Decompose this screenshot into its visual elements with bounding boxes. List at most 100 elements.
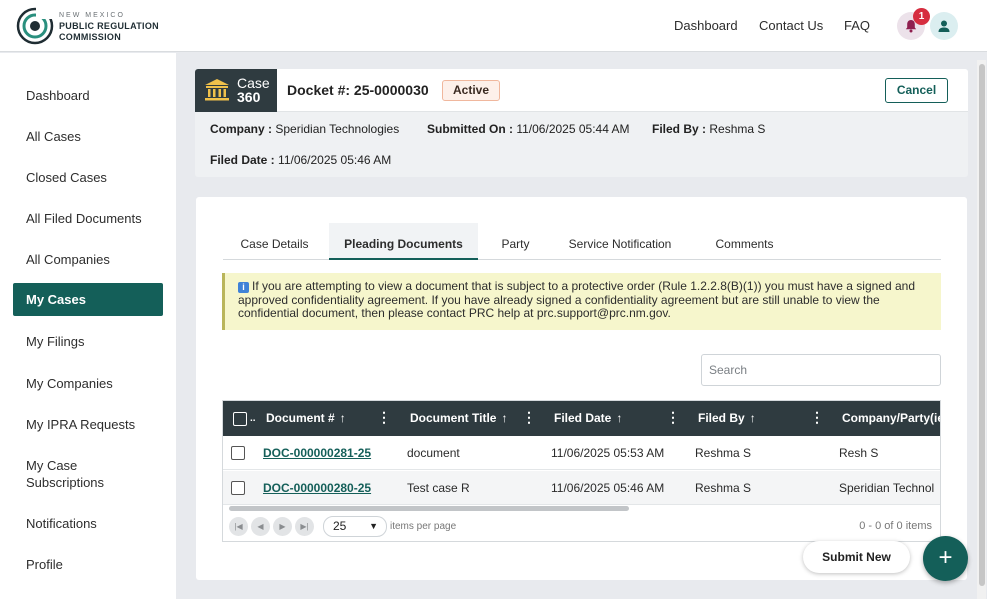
user-menu-button[interactable] (930, 12, 958, 40)
sidebar-item-profile[interactable]: Profile (13, 556, 163, 573)
logo-line-1: NEW MEXICO (59, 12, 125, 19)
tab-service-notification[interactable]: Service Notification (553, 223, 687, 260)
column-company-party[interactable]: Company/Party(ies (842, 401, 941, 436)
grid-header: .. Document # ↑ ⋮ Document Title ↑ ⋮ Filed… (223, 401, 941, 436)
select-all-menu[interactable]: .. (250, 401, 256, 436)
prc-logo-icon[interactable] (16, 7, 54, 45)
company-party-cell: Speridian Technol (839, 481, 935, 495)
logo-line-3: COMMISSION (59, 32, 122, 42)
logo-line-2: PUBLIC REGULATION (59, 21, 159, 31)
page-size-value: 25 (333, 519, 347, 533)
sidebar-item-my-case-subscriptions[interactable]: My Case Subscriptions (13, 457, 133, 491)
items-per-page-label: items per page (390, 521, 457, 532)
nav-dashboard[interactable]: Dashboard (674, 18, 738, 33)
cancel-button[interactable]: Cancel (885, 78, 948, 103)
next-page-icon[interactable]: ▶ (273, 517, 292, 536)
filed-by-cell: Reshma S (695, 481, 752, 495)
column-filed-date[interactable]: Filed Date ↑ (554, 401, 622, 436)
sort-arrow-icon: ↑ (616, 411, 623, 425)
vertical-scrollbar-thumb[interactable] (979, 64, 985, 586)
document-link[interactable]: DOC-000000280-25 (263, 471, 371, 505)
column-menu-icon[interactable]: ⋮ (810, 401, 824, 436)
chevron-down-icon: ▼ (369, 521, 378, 531)
column-filed-by-label: Filed By (698, 411, 745, 425)
column-document-number-label: Document # (266, 411, 335, 425)
table-row[interactable]: DOC-000000280-25 Test case R 11/06/2025 … (223, 471, 940, 505)
sidebar-item-my-ipra-requests[interactable]: My IPRA Requests (13, 416, 163, 433)
row-checkbox[interactable] (231, 446, 245, 460)
search-input[interactable] (701, 354, 941, 386)
document-title-cell: document (407, 446, 460, 460)
company-party-cell: Resh S (839, 446, 879, 460)
tab-comments[interactable]: Comments (698, 223, 791, 260)
user-icon (938, 20, 950, 32)
sidebar-item-notifications[interactable]: Notifications (13, 515, 163, 532)
pager-range: 0 - 0 of 0 items (859, 520, 932, 532)
sort-arrow-icon: ↑ (501, 411, 508, 425)
document-title-cell: Test case R (407, 481, 470, 495)
previous-page-icon[interactable]: ◀ (251, 517, 270, 536)
filed-by-cell: Reshma S (695, 446, 752, 460)
filed-by-label: Filed By : (652, 122, 707, 136)
sort-arrow-icon: ↑ (749, 411, 756, 425)
tab-party[interactable]: Party (482, 223, 549, 260)
table-row[interactable]: DOC-000000281-25 document 11/06/2025 05:… (223, 436, 940, 470)
sidebar-item-closed-cases[interactable]: Closed Cases (13, 169, 163, 186)
submit-new-button[interactable]: Submit New (803, 541, 910, 573)
notice-text: If you are attempting to view a document… (238, 279, 916, 320)
row-checkbox[interactable] (231, 481, 245, 495)
protective-order-notice: i If you are attempting to view a documen… (222, 273, 941, 330)
nav-contact-us[interactable]: Contact Us (759, 18, 823, 33)
filed-by-meta: Filed By : Reshma S (652, 122, 765, 136)
case-tabs: Case Details Pleading Documents Party Se… (223, 223, 941, 260)
docket-number: Docket #: 25-0000030 (287, 82, 429, 98)
case-summary-card: Case 360 Docket #: 25-0000030 Active Can… (195, 69, 968, 177)
sidebar-item-all-companies[interactable]: All Companies (13, 251, 163, 268)
pager: |◀ ◀ ▶ ▶| 25 ▼ items per page 0 - 0 of 0… (223, 513, 940, 541)
column-filed-by[interactable]: Filed By ↑ (698, 401, 756, 436)
column-menu-icon[interactable]: ⋮ (522, 401, 536, 436)
page-size-select[interactable]: 25 ▼ (323, 516, 387, 537)
first-page-icon[interactable]: |◀ (229, 517, 248, 536)
filed-date-cell: 11/06/2025 05:53 AM (551, 446, 665, 460)
sidebar-item-all-filed-documents[interactable]: All Filed Documents (13, 210, 163, 227)
logo-text[interactable]: NEW MEXICO PUBLIC REGULATION COMMISSION (59, 10, 159, 43)
column-company-party-label: Company/Party(ies (842, 411, 941, 425)
tab-pleading-documents[interactable]: Pleading Documents (329, 223, 478, 260)
company-value: Speridian Technologies (275, 122, 400, 136)
last-page-icon[interactable]: ▶| (295, 517, 314, 536)
notification-count-badge: 1 (913, 8, 930, 25)
sidebar: Dashboard All Cases Closed Cases All Fil… (0, 53, 176, 599)
case-badge-line-2: 360 (237, 89, 261, 105)
column-document-title-label: Document Title (410, 411, 497, 425)
info-icon: i (238, 282, 249, 293)
case-header: Case 360 Docket #: 25-0000030 Active Can… (195, 69, 968, 112)
sidebar-item-my-cases[interactable]: My Cases (13, 283, 163, 316)
submitted-meta: Submitted On : 11/06/2025 05:44 AM (427, 122, 630, 136)
sidebar-item-dashboard[interactable]: Dashboard (13, 87, 163, 104)
document-link[interactable]: DOC-000000281-25 (263, 436, 371, 470)
sidebar-item-all-cases[interactable]: All Cases (13, 128, 163, 145)
sidebar-item-my-filings[interactable]: My Filings (13, 333, 163, 350)
case-360-badge: Case 360 (195, 69, 277, 112)
filed-date-meta: Filed Date : 11/06/2025 05:46 AM (210, 153, 391, 167)
sidebar-item-my-companies[interactable]: My Companies (13, 375, 163, 392)
column-menu-icon[interactable]: ⋮ (377, 401, 391, 436)
column-document-number[interactable]: Document # ↑ (266, 401, 346, 436)
top-header: NEW MEXICO PUBLIC REGULATION COMMISSION … (0, 0, 987, 52)
filed-date-value: 11/06/2025 05:46 AM (278, 153, 392, 167)
submitted-value: 11/06/2025 05:44 AM (516, 122, 630, 136)
filed-date-label: Filed Date : (210, 153, 275, 167)
courthouse-icon (205, 79, 229, 101)
column-document-title[interactable]: Document Title ↑ (410, 401, 507, 436)
select-all-checkbox[interactable] (233, 412, 247, 426)
company-label: Company : (210, 122, 273, 136)
status-badge: Active (442, 80, 501, 101)
filed-date-cell: 11/06/2025 05:46 AM (551, 481, 665, 495)
add-icon[interactable]: + (923, 536, 968, 581)
horizontal-scrollbar[interactable] (229, 506, 629, 511)
submitted-label: Submitted On : (427, 122, 513, 136)
nav-faq[interactable]: FAQ (844, 18, 870, 33)
column-menu-icon[interactable]: ⋮ (666, 401, 680, 436)
tab-case-details[interactable]: Case Details (223, 223, 326, 260)
